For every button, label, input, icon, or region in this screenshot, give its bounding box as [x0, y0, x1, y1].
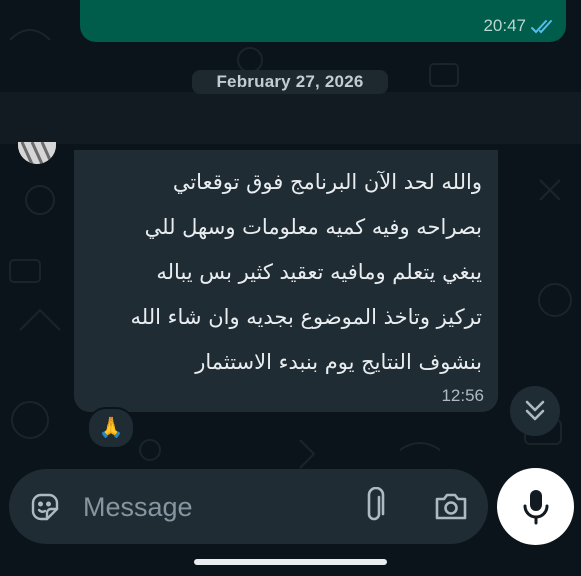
incoming-message-bubble[interactable]: والله لحد الآن البرنامج فوق توقعاتي بصرا…: [74, 150, 498, 412]
message-line: بنشوف النتايج يوم بنبدء الاستثمار: [195, 350, 482, 374]
scroll-to-bottom-button[interactable]: [510, 386, 560, 436]
date-separator: February 27, 2026: [192, 70, 388, 94]
double-check-read-icon: [531, 20, 552, 34]
camera-icon[interactable]: [433, 489, 469, 523]
double-chevron-down-icon: [525, 400, 545, 421]
outgoing-message-time: 20:47: [483, 16, 526, 35]
message-input[interactable]: Message: [83, 491, 193, 523]
message-line: تركيز وتاخذ الموضوع بجديه وان شاء الله: [130, 305, 482, 329]
message-line: بصراحه وفيه كميه معلومات وسهل للي: [144, 215, 482, 239]
outgoing-message-bubble[interactable]: 20:47: [80, 0, 566, 42]
message-composer[interactable]: Message: [9, 469, 488, 544]
voice-message-button[interactable]: [497, 468, 574, 545]
microphone-icon: [523, 490, 549, 525]
date-banner-strip: [0, 92, 581, 144]
sticker-icon[interactable]: [29, 491, 61, 523]
message-line: يبغي يتعلم ومافيه تعقيد كثير بس يباله: [156, 260, 482, 284]
incoming-message-time: 12:56: [441, 386, 484, 405]
system-navigation-handle[interactable]: [194, 559, 387, 565]
incoming-message-text: والله لحد الآن البرنامج فوق توقعاتي بصرا…: [90, 160, 482, 385]
paperclip-icon[interactable]: [360, 487, 388, 525]
reaction-badge[interactable]: 🙏: [87, 407, 135, 449]
message-line: والله لحد الآن البرنامج فوق توقعاتي: [172, 170, 482, 194]
